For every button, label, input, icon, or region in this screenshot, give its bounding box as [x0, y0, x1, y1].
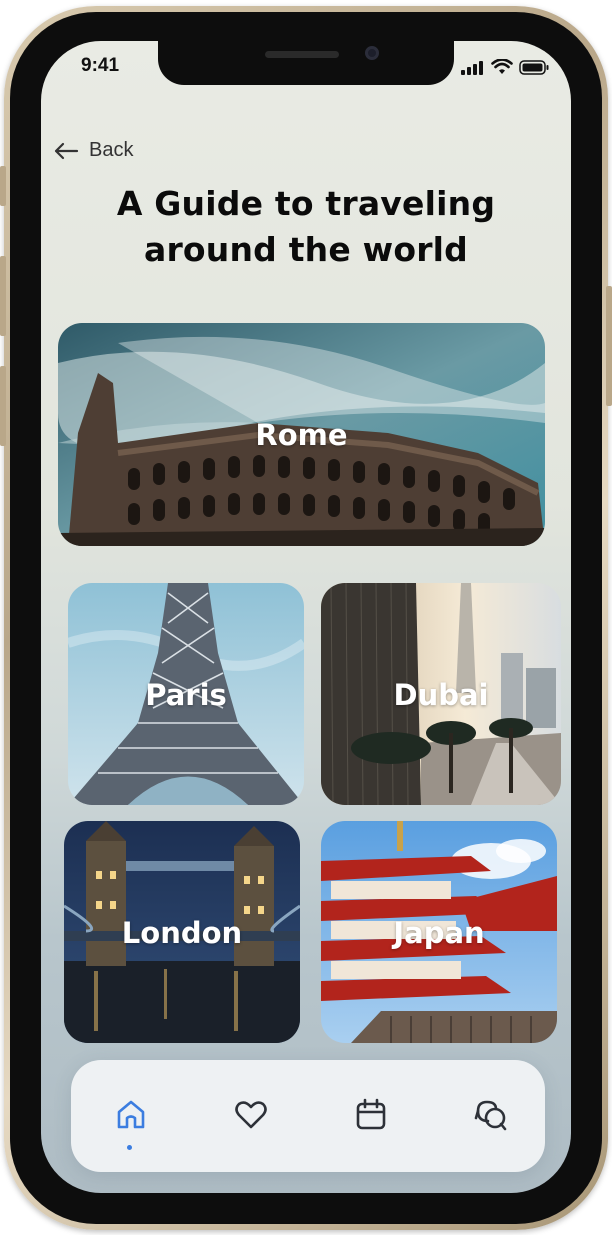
power-button — [606, 286, 612, 406]
heart-icon — [235, 1101, 267, 1129]
destination-card-london[interactable]: London — [64, 821, 300, 1043]
volume-up-button — [0, 256, 6, 336]
destination-label: London — [121, 916, 243, 950]
nav-home[interactable] — [111, 1094, 151, 1134]
status-time: 9:41 — [81, 55, 120, 76]
speaker — [265, 51, 339, 58]
title-line-1: A Guide to traveling — [116, 184, 496, 223]
nav-messages[interactable] — [471, 1094, 511, 1134]
wifi-icon — [491, 59, 513, 74]
calendar-icon — [356, 1098, 386, 1130]
destination-card-rome[interactable]: Rome — [58, 323, 545, 546]
volume-down-button — [0, 366, 6, 446]
nav-favorites[interactable] — [231, 1094, 271, 1134]
chat-icon — [474, 1100, 507, 1131]
app-screen: 9:41 Back A Guide to traveling around th… — [41, 41, 571, 1193]
arrow-left-icon — [54, 142, 79, 159]
mute-switch — [0, 166, 6, 206]
destination-label: Paris — [145, 678, 227, 712]
nav-calendar[interactable] — [351, 1094, 391, 1134]
front-camera — [365, 46, 379, 60]
destination-label: Japan — [393, 916, 485, 950]
page-title: A Guide to traveling around the world — [41, 181, 571, 273]
destination-card-paris[interactable]: Paris — [68, 583, 304, 805]
status-icons — [461, 59, 549, 75]
bottom-nav — [71, 1060, 545, 1172]
back-label: Back — [89, 139, 134, 161]
back-button[interactable]: Back — [53, 139, 133, 162]
title-line-2: around the world — [143, 230, 468, 269]
destination-label: Dubai — [393, 678, 489, 712]
signal-icon — [461, 61, 483, 75]
destination-card-japan[interactable]: Japan — [321, 821, 557, 1043]
active-indicator — [127, 1145, 132, 1150]
destination-card-dubai[interactable]: Dubai — [321, 583, 561, 805]
notch — [158, 41, 454, 85]
home-icon — [117, 1100, 145, 1129]
destination-label: Rome — [255, 418, 348, 452]
battery-icon — [519, 60, 549, 75]
